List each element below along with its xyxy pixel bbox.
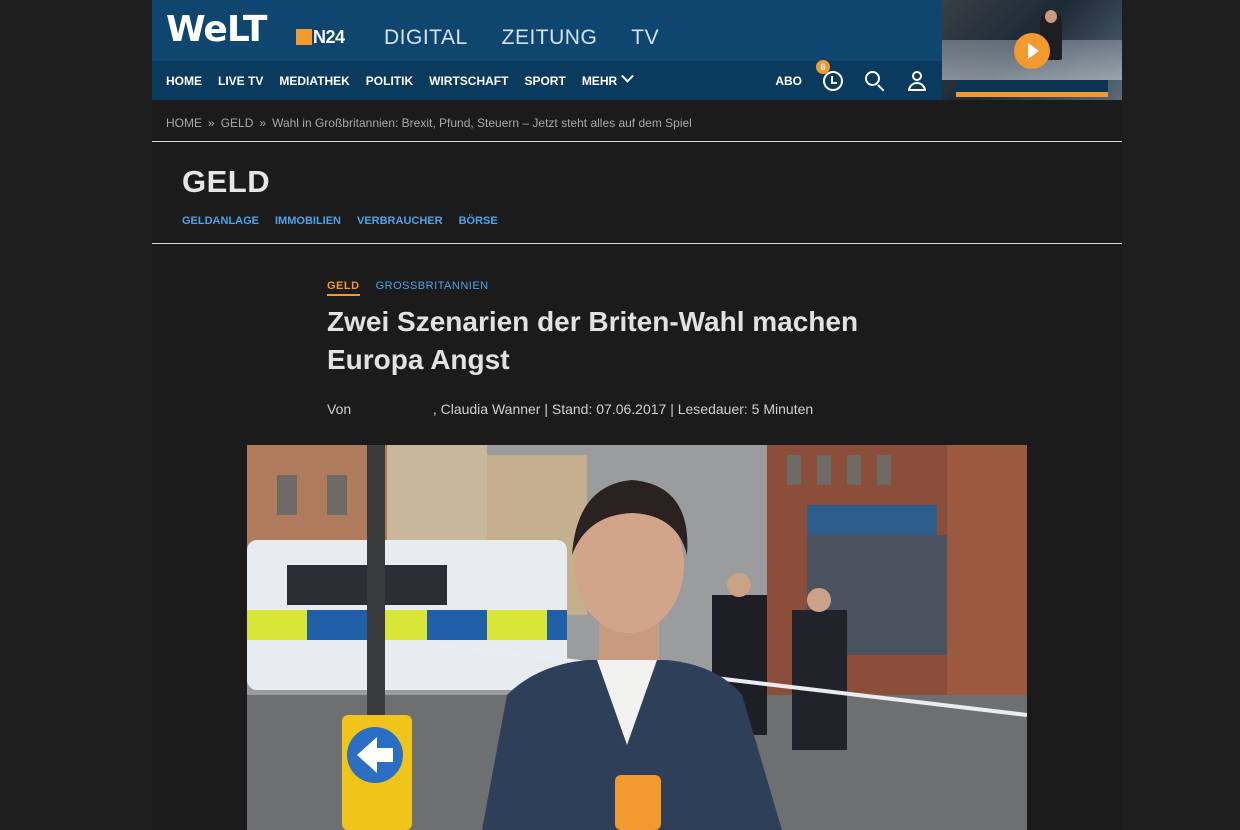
- tag-geld[interactable]: GELD: [327, 280, 360, 296]
- breadcrumb-current: Wahl in Großbritannien: Brexit, Pfund, S…: [272, 116, 692, 130]
- live-tv-teaser[interactable]: [942, 0, 1122, 100]
- account-button[interactable]: [906, 70, 928, 92]
- search-button[interactable]: [864, 70, 886, 92]
- nav-actions: ABO 6: [775, 59, 928, 100]
- notification-badge: 6: [816, 59, 830, 74]
- subnav-immobilien[interactable]: IMMOBILIEN: [275, 215, 341, 227]
- subnav-geldanlage[interactable]: GELDANLAGE: [182, 215, 259, 227]
- reading-list-button[interactable]: 6: [816, 59, 844, 92]
- main-nav-bar: HOME LIVE TV MEDIATHEK POLITIK WIRTSCHAF…: [152, 59, 942, 100]
- divider: [152, 141, 1122, 142]
- page: WeLT N24 DIGITAL ZEITUNG TV HOME LIVE TV…: [152, 0, 1122, 830]
- subnav-boerse[interactable]: BÖRSE: [459, 215, 498, 227]
- section-title[interactable]: GELD: [182, 164, 270, 200]
- section-subnav: GELDANLAGE IMMOBILIEN VERBRAUCHER BÖRSE: [182, 215, 498, 227]
- subnav-verbraucher[interactable]: VERBRAUCHER: [357, 215, 443, 227]
- nav-sport[interactable]: SPORT: [524, 74, 565, 88]
- edition-sections: DIGITAL ZEITUNG TV: [384, 26, 659, 50]
- site-header: WeLT N24 DIGITAL ZEITUNG TV HOME LIVE TV…: [152, 0, 942, 100]
- section-link-zeitung[interactable]: ZEITUNG: [502, 26, 598, 50]
- header-top-bar: WeLT N24 DIGITAL ZEITUNG TV: [152, 0, 942, 61]
- nav-politik[interactable]: POLITIK: [366, 74, 413, 88]
- hero-image: [247, 445, 1027, 830]
- article-headline: Zwei Szenarien der Briten-Wahl machen Eu…: [327, 306, 859, 375]
- nav-live-tv[interactable]: LIVE TV: [218, 74, 263, 88]
- breadcrumb-separator: »: [208, 116, 215, 130]
- breadcrumb: HOME » GELD » Wahl in Großbritannien: Br…: [166, 116, 692, 130]
- tag-grossbritannien[interactable]: GROSSBRITANNIEN: [376, 280, 489, 296]
- divider: [152, 243, 1122, 244]
- main-nav: HOME LIVE TV MEDIATHEK POLITIK WIRTSCHAF…: [166, 61, 635, 100]
- user-icon: [912, 70, 922, 81]
- breadcrumb-separator: »: [259, 116, 267, 130]
- nav-home[interactable]: HOME: [166, 74, 202, 88]
- play-icon[interactable]: [1014, 33, 1050, 69]
- n24-square-icon: [296, 29, 312, 45]
- n24-logo[interactable]: N24: [296, 27, 345, 47]
- nav-mehr[interactable]: MEHR: [581, 69, 635, 88]
- search-icon: [865, 70, 880, 86]
- article-byline: Von , Claudia Wanner | Stand: 07.06.2017…: [327, 401, 814, 417]
- nav-wirtschaft[interactable]: WIRTSCHAFT: [429, 74, 508, 88]
- breadcrumb-geld[interactable]: GELD: [221, 116, 254, 130]
- section-link-digital[interactable]: DIGITAL: [384, 26, 468, 50]
- nav-mehr-label: MEHR: [581, 73, 618, 88]
- article-tags: GELD GROSSBRITANNIEN: [327, 280, 489, 296]
- breadcrumb-home[interactable]: HOME: [166, 116, 202, 130]
- chevron-down-icon: [621, 69, 635, 83]
- article-hero-video[interactable]: [247, 445, 1027, 830]
- welt-logo[interactable]: WeLT: [166, 9, 267, 50]
- abo-link[interactable]: ABO: [775, 74, 802, 88]
- clock-check-icon: [823, 70, 843, 91]
- section-link-tv[interactable]: TV: [631, 26, 659, 50]
- nav-mediathek[interactable]: MEDIATHEK: [279, 74, 349, 88]
